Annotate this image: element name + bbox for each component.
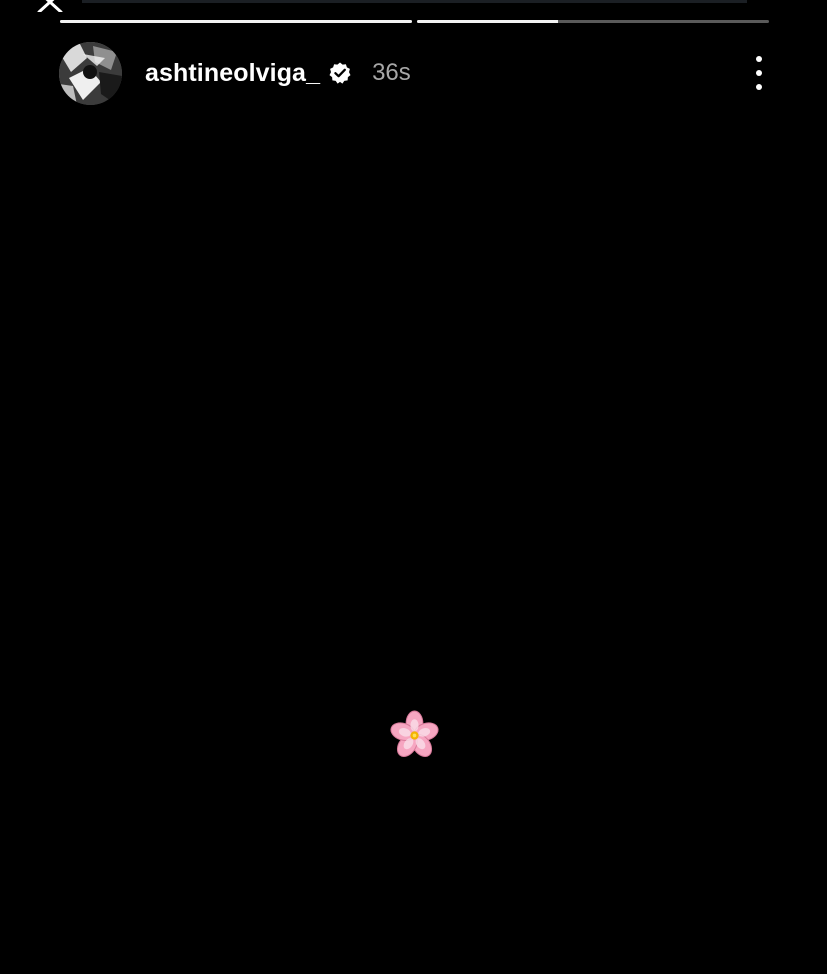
cherry-blossom-icon: [390, 710, 439, 757]
post-timestamp: 36s: [372, 59, 411, 86]
avatar-image: [59, 41, 122, 105]
progress-fill-2: [417, 20, 558, 23]
story-progress-bar: [60, 20, 769, 24]
progress-segment-2: [417, 20, 769, 23]
more-dot-3: [756, 84, 762, 90]
more-options-button[interactable]: [749, 56, 769, 90]
story-content[interactable]: [38, 118, 791, 974]
more-dot-2: [756, 70, 762, 76]
top-edge-strip: [82, 0, 747, 3]
progress-segment-1: [60, 20, 412, 23]
verified-badge-icon: [329, 62, 351, 84]
progress-fill-1: [60, 20, 412, 23]
more-dot-1: [756, 56, 762, 62]
username[interactable]: ashtineolviga_: [145, 59, 320, 88]
close-icon[interactable]: [34, 0, 66, 12]
story-header: ashtineolviga_ 36s: [59, 41, 769, 105]
avatar[interactable]: [59, 41, 122, 105]
